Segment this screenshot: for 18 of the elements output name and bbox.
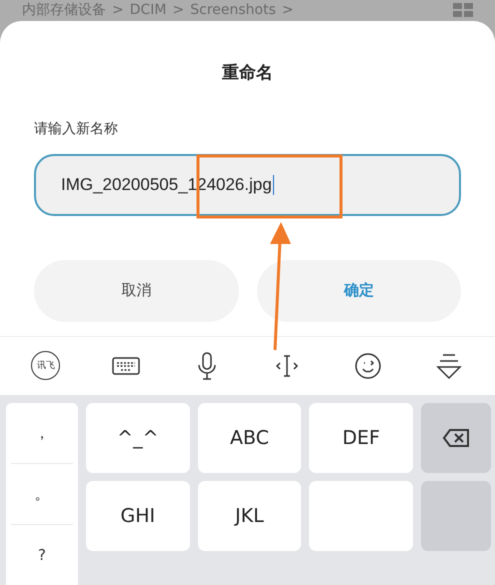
keyboard-key[interactable]: ABC bbox=[198, 403, 302, 473]
breadcrumb-separator: > bbox=[282, 3, 294, 18]
symbol-key[interactable]: 。 bbox=[11, 464, 73, 525]
dialog-title: 重命名 bbox=[221, 62, 274, 84]
delete-key[interactable] bbox=[420, 403, 491, 473]
keyboard-key[interactable]: DEF bbox=[309, 403, 413, 473]
cancel-button[interactable]: 取消 bbox=[34, 260, 238, 322]
logo-icon[interactable]: 讯飞 bbox=[31, 351, 60, 380]
symbol-key[interactable]: ， bbox=[11, 403, 73, 464]
symbol-key[interactable]: ? bbox=[11, 525, 73, 585]
smiley-icon[interactable] bbox=[352, 350, 383, 381]
breadcrumb-separator: > bbox=[172, 3, 184, 18]
backspace-icon bbox=[442, 428, 470, 448]
breadcrumb-separator: > bbox=[112, 3, 124, 18]
keyboard-key[interactable]: ^_^ bbox=[86, 403, 190, 473]
keyboard-key[interactable]: GHI bbox=[86, 481, 190, 551]
keyboard-key[interactable]: JKL bbox=[198, 481, 302, 551]
field-label: 请输入新名称 bbox=[34, 120, 119, 138]
